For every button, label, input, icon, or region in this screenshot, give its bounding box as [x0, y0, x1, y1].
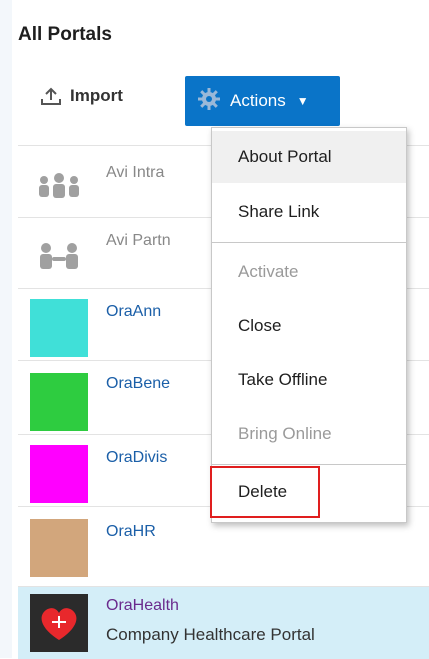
portal-name[interactable]: OraDivis: [106, 449, 167, 467]
menu-item-activate: Activate: [238, 262, 299, 281]
menu-divider: [212, 464, 406, 465]
portal-name[interactable]: OraBene: [106, 375, 170, 393]
caret-down-icon: ▼: [296, 94, 309, 108]
menu-item-about-portal[interactable]: About Portal: [212, 131, 406, 183]
import-label: Import: [70, 86, 123, 105]
portal-thumbnail: [30, 445, 88, 503]
menu-item-delete[interactable]: Delete: [210, 466, 320, 518]
gear-icon: [197, 87, 221, 116]
menu-item-take-offline[interactable]: Take Offline: [212, 354, 406, 406]
actions-button[interactable]: Actions ▼: [185, 76, 340, 126]
group-icon: [30, 154, 88, 212]
menu-divider: [212, 242, 406, 243]
portal-thumbnail: [30, 373, 88, 431]
page-title: All Portals: [18, 24, 112, 45]
menu-item-bring-online: Bring Online: [238, 424, 332, 443]
portal-row-orahealth[interactable]: OraHealth Company Healthcare Portal: [18, 586, 429, 659]
portal-name[interactable]: OraHR: [106, 523, 156, 541]
import-button[interactable]: Import: [40, 86, 123, 106]
heart-icon: [30, 594, 88, 652]
partners-icon: [30, 224, 88, 282]
portal-name[interactable]: OraAnn: [106, 303, 161, 321]
menu-item-close[interactable]: Close: [212, 300, 406, 352]
portal-description: Company Healthcare Portal: [106, 625, 315, 644]
portal-name[interactable]: OraHealth: [106, 597, 179, 615]
actions-label: Actions: [230, 91, 286, 110]
actions-menu: About Portal Share Link Activate Close T…: [211, 127, 407, 523]
upload-icon: [40, 86, 62, 106]
portal-thumbnail: [30, 519, 88, 577]
portal-thumbnail: [30, 299, 88, 357]
portal-name[interactable]: Avi Intra: [106, 164, 164, 182]
menu-item-share-link[interactable]: Share Link: [212, 186, 406, 238]
portal-name[interactable]: Avi Partn: [106, 232, 171, 250]
